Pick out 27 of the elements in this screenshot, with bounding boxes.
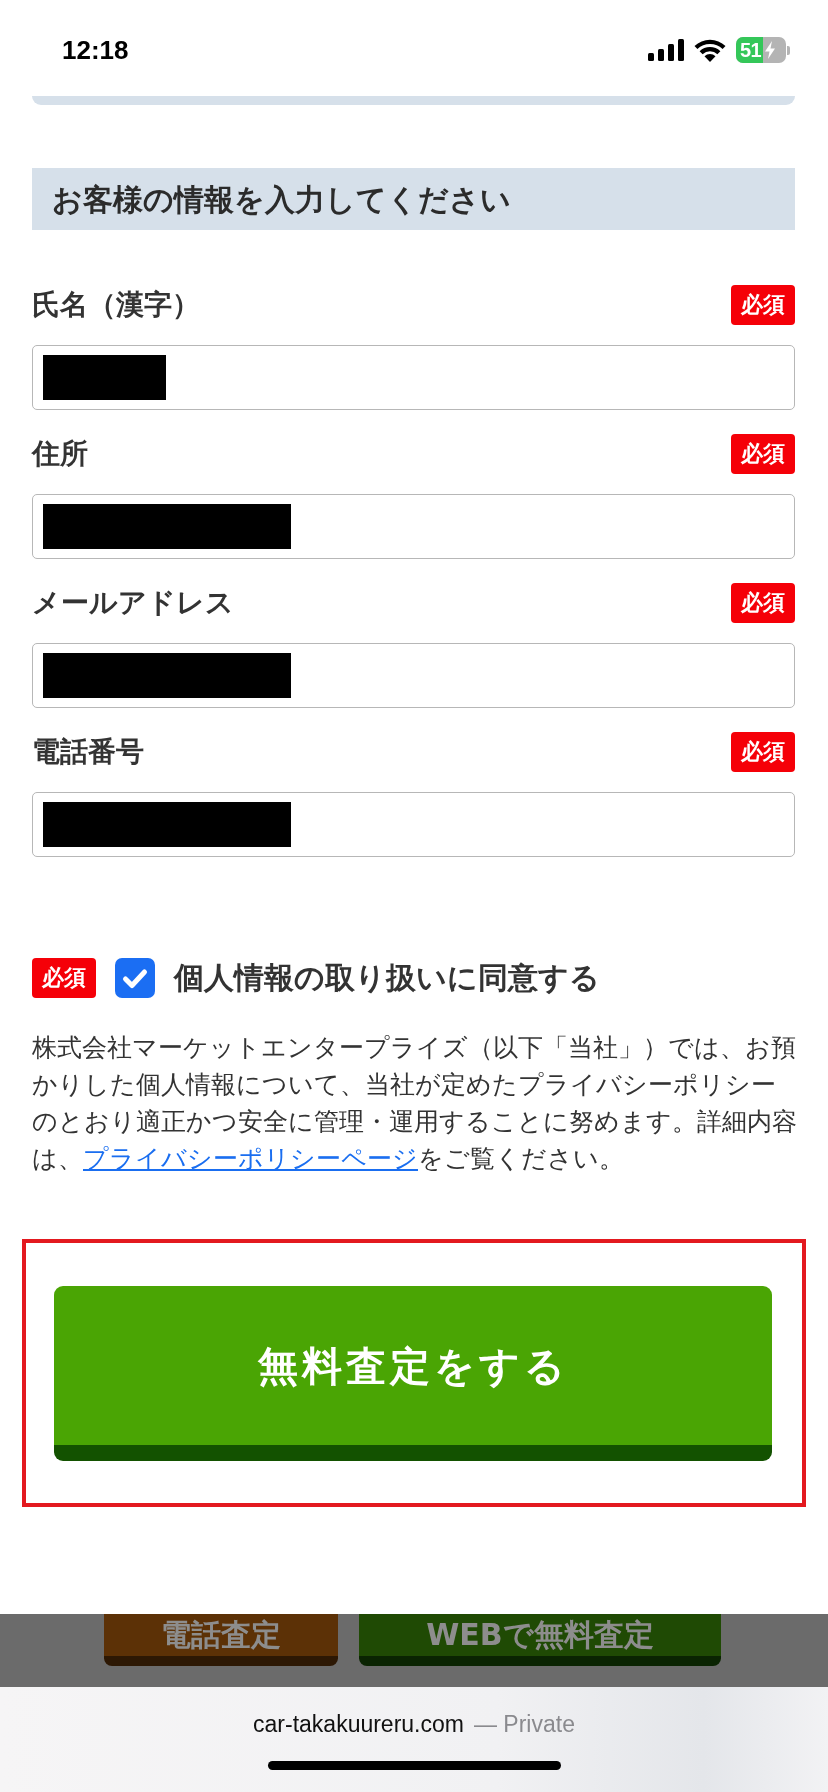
section-header: お客様の情報を入力してください: [32, 168, 795, 230]
required-badge: 必須: [731, 434, 795, 474]
required-badge: 必須: [731, 732, 795, 772]
input-field[interactable]: [32, 792, 795, 857]
field-label: 氏名（漢字）: [32, 291, 200, 319]
private-label: — Private: [473, 1711, 575, 1739]
field-label: 電話番号: [32, 738, 144, 766]
input-field[interactable]: [32, 643, 795, 708]
required-badge: 必須: [32, 958, 96, 998]
privacy-policy-link[interactable]: プライバシーポリシーページ: [83, 1144, 418, 1173]
input-field[interactable]: [32, 494, 795, 559]
battery-percent: 51: [736, 37, 764, 63]
required-badge: 必須: [731, 583, 795, 623]
privacy-notice: 株式会社マーケットエンタープライズ（以下「当社」）では、お預かりした個人情報について、当社が定めたプライバシーポリシーのとおり適正かつ安全に管理・運用することに努めます。詳細内容は、プライバシーポリシーページ をご覧ください。: [32, 1032, 798, 1175]
consent-label[interactable]: 個人情報の取り扱いに同意する: [174, 963, 600, 993]
url-text[interactable]: car-takakuureru.com: [253, 1711, 464, 1739]
required-badge: 必須: [731, 285, 795, 325]
wifi-icon: [694, 38, 726, 62]
input-field[interactable]: [32, 345, 795, 410]
field-label: メールアドレス: [32, 589, 234, 617]
free-appraisal-button[interactable]: 無料査定をする: [54, 1286, 772, 1461]
status-time: 12:18: [62, 37, 129, 63]
signal-icon: [648, 39, 684, 61]
web-appraisal-button[interactable]: WEBで無料査定: [359, 1614, 721, 1666]
phone-appraisal-button[interactable]: 電話査定: [104, 1614, 338, 1666]
checkbox[interactable]: [115, 958, 155, 998]
field-label: 住所: [32, 440, 88, 468]
